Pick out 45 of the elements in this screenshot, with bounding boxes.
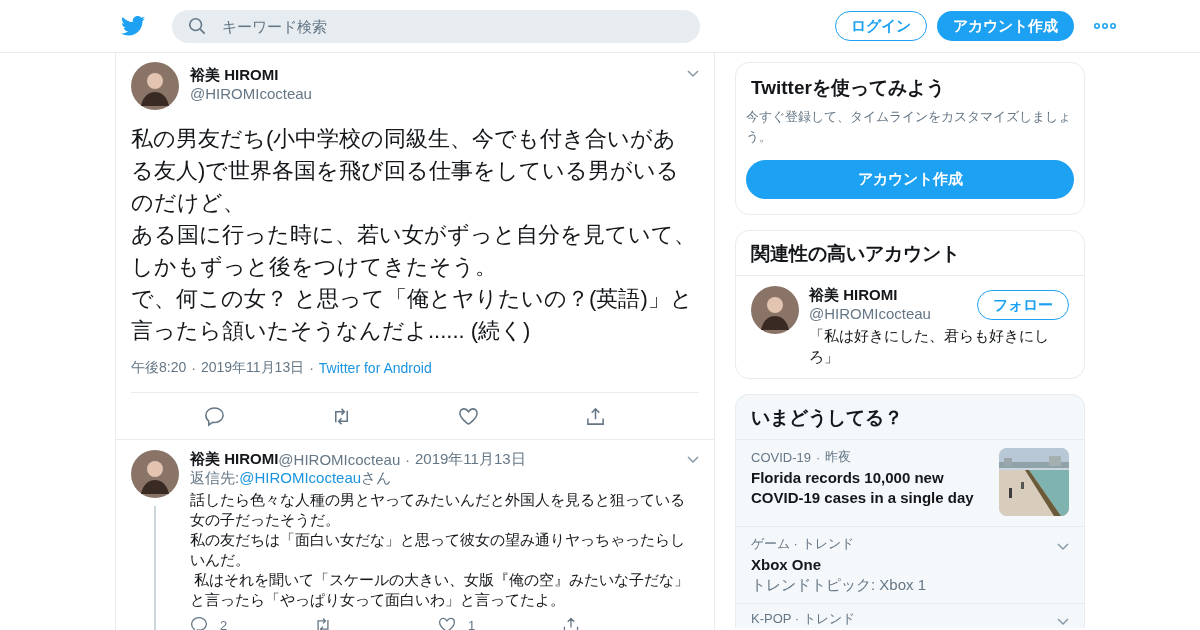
user-name[interactable]: 裕美 HIROMI bbox=[190, 66, 312, 85]
separator: · bbox=[191, 360, 196, 376]
trend-category: K-POP · トレンド bbox=[751, 610, 856, 628]
trend-subtitle: トレンドトピック: Xbox 1 bbox=[751, 576, 928, 595]
signup-button[interactable]: アカウント作成 bbox=[937, 11, 1074, 41]
like-count: 1 bbox=[468, 617, 476, 630]
trend-item[interactable]: ゲーム · トレンド Xbox One トレンドトピック: Xbox 1 bbox=[736, 527, 1084, 604]
mention-link[interactable]: @HIROMIcocteau bbox=[239, 469, 362, 486]
user-name[interactable]: 裕美 HIROMI bbox=[190, 450, 279, 469]
reply-text: 話したら色々な人種の男とヤってみたいんだと外国人を見ると狙っている女の子だったそうだ。 bbox=[190, 491, 686, 530]
tweet-text: 私の男友だち(小中学校の同級生、今でも付き合いがある友人)で世界各国を飛び回る仕事をしている男がいるのだけど、 bbox=[131, 125, 681, 217]
source-link[interactable]: Twitter for Android bbox=[318, 360, 432, 376]
tweet-text: ある国に行った時に、若い女がずっと自分を見ていて、しかもずっと後をつけてきたそう。 bbox=[131, 221, 697, 281]
news-item[interactable]: COVID-19 · 昨夜 Florida records 10,000 new COVID-19 cases in a single day bbox=[736, 440, 1084, 527]
reply-date: 2019年11月13日 bbox=[414, 450, 526, 469]
separator: · bbox=[815, 449, 821, 465]
user-bio: 「私は好きにした、君らも好きにしろ」 bbox=[809, 327, 1050, 367]
trend-title: Xbox One bbox=[751, 556, 822, 573]
honorific: さん bbox=[361, 469, 392, 486]
card-text: 今すぐ登録して、タイムラインをカスタマイズしましょう。 bbox=[746, 108, 1072, 146]
tweet-date: 2019年11月13日 bbox=[200, 359, 305, 377]
signup-button[interactable]: アカウント作成 bbox=[746, 160, 1074, 199]
follow-button[interactable]: フォロー bbox=[977, 290, 1069, 320]
trend-category: ゲーム · トレンド bbox=[751, 535, 855, 553]
user-handle[interactable]: @HIROMIcocteau bbox=[278, 451, 401, 468]
card-title: いまどうしてる？ bbox=[736, 395, 1084, 440]
tweet-text: で、何この女？ と思って「俺とヤりたいの？(英語)」と言ったら頷いたそうなんだよ...... (続く) bbox=[131, 285, 694, 345]
trend-item[interactable]: K-POP · トレンド bbox=[736, 604, 1084, 628]
reply-to-label: 返信先: bbox=[190, 469, 240, 486]
separator: · bbox=[309, 360, 314, 376]
search-field[interactable]: キーワード検索 bbox=[172, 9, 700, 43]
news-category: COVID-19 bbox=[751, 449, 811, 465]
tweet-time: 午後8:20 bbox=[131, 359, 187, 377]
news-title: Florida records 10,000 new COVID-19 cases in a single day bbox=[751, 468, 975, 508]
reply-text: 私はそれを聞いて「スケールの大きい、女版『俺の空』みたいな子だな」と言ったら「やっぱり女って面白いわ」と言ってたよ。 bbox=[190, 571, 690, 610]
user-handle[interactable]: @HIROMIcocteau bbox=[190, 85, 312, 102]
card-title: Twitterを使ってみよう bbox=[751, 76, 946, 100]
reply-text: 私の友だちは「面白い女だな」と思って彼女の望み通りヤっちゃったらしいんだ。 bbox=[190, 531, 686, 570]
news-time: 昨夜 bbox=[825, 448, 852, 466]
user-name[interactable]: 裕美 HIROMI bbox=[809, 286, 931, 305]
card-title: 関連性の高いアカウント bbox=[736, 231, 1084, 276]
user-handle[interactable]: @HIROMIcocteau bbox=[809, 305, 931, 322]
separator: · bbox=[405, 451, 410, 468]
login-button[interactable]: ログイン bbox=[835, 11, 927, 41]
reply-count: 2 bbox=[220, 617, 228, 630]
